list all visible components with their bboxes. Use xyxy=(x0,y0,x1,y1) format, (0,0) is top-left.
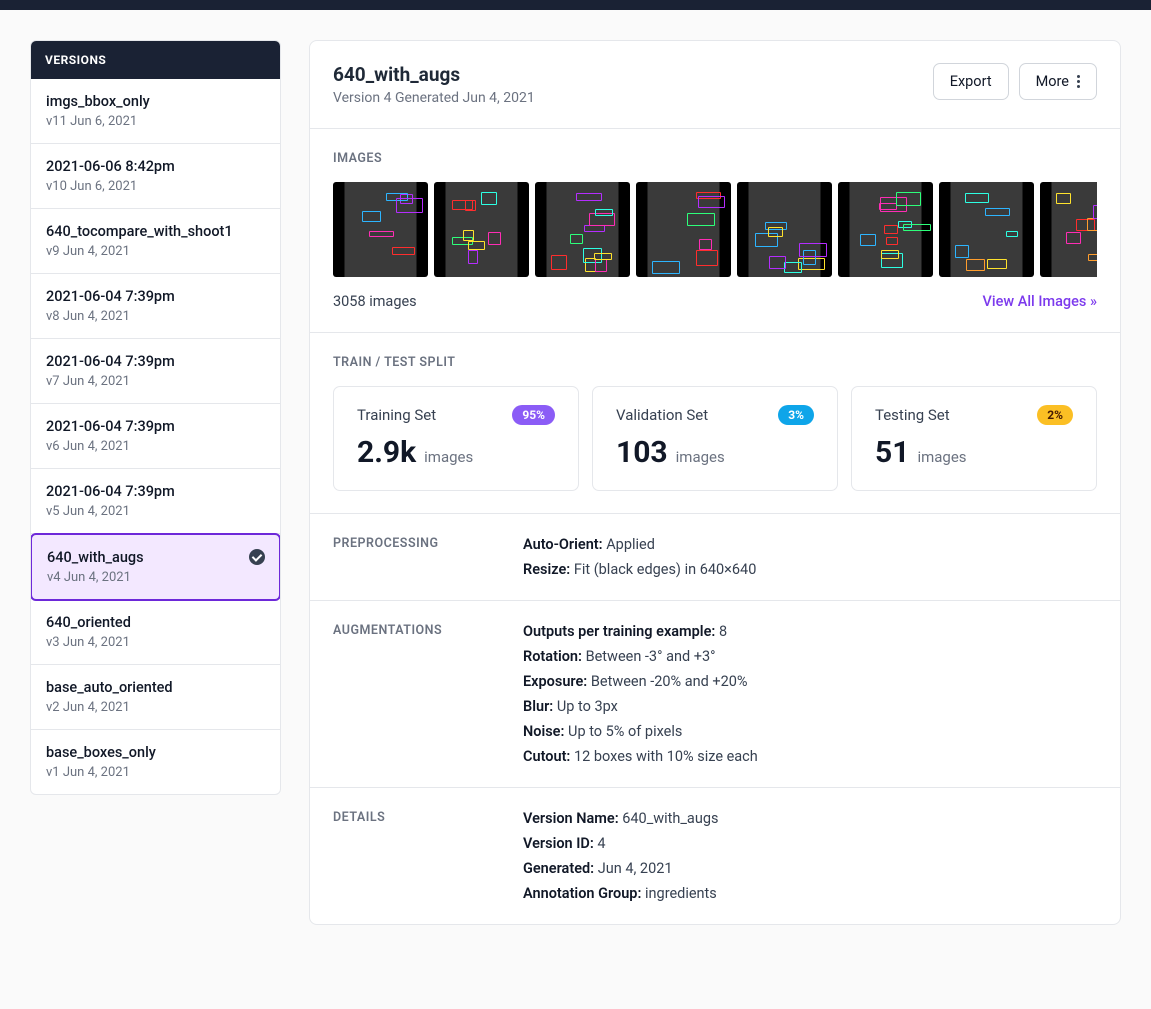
images-section: IMAGES 3058 images View All Images » xyxy=(310,129,1120,333)
version-item-title: 640_with_augs xyxy=(47,549,264,566)
image-thumbnail[interactable] xyxy=(838,182,933,277)
info-row: Rotation: Between -3° and +3° xyxy=(523,648,1097,665)
validation-value: 103 xyxy=(616,435,668,470)
version-item-title: 2021-06-04 7:39pm xyxy=(46,353,265,370)
training-card: Training Set 95% 2.9k images xyxy=(333,386,579,491)
preprocessing-section: PREPROCESSING Auto-Orient: Applied Resize… xyxy=(310,514,1120,601)
kebab-icon xyxy=(1077,75,1080,88)
augmentations-label: AUGMENTATIONS xyxy=(333,623,523,765)
version-item-title: 2021-06-04 7:39pm xyxy=(46,483,265,500)
version-item[interactable]: imgs_bbox_only v11 Jun 6, 2021 xyxy=(31,79,280,144)
version-item-meta: v2 Jun 4, 2021 xyxy=(46,700,265,715)
image-thumbnail[interactable] xyxy=(434,182,529,277)
version-item-title: base_auto_oriented xyxy=(46,679,265,696)
versions-sidebar: VERSIONS imgs_bbox_only v11 Jun 6, 2021 20… xyxy=(30,40,281,795)
info-row: Exposure: Between -20% and +20% xyxy=(523,673,1097,690)
testing-label: Testing Set xyxy=(875,406,950,424)
version-item-meta: v7 Jun 4, 2021 xyxy=(46,374,265,389)
version-item[interactable]: 2021-06-04 7:39pm v6 Jun 4, 2021 xyxy=(31,404,280,469)
info-row: Resize: Fit (black edges) in 640×640 xyxy=(523,561,1097,578)
info-row: Noise: Up to 5% of pixels xyxy=(523,723,1097,740)
testing-unit: images xyxy=(917,448,966,466)
info-row: Cutout: 12 boxes with 10% size each xyxy=(523,748,1097,765)
version-item-meta: v1 Jun 4, 2021 xyxy=(46,765,265,780)
more-button-label: More xyxy=(1036,73,1069,90)
version-item[interactable]: 640_with_augs v4 Jun 4, 2021 xyxy=(30,533,281,601)
version-title: 640_with_augs xyxy=(333,63,535,86)
export-button[interactable]: Export xyxy=(933,63,1009,100)
version-item[interactable]: 2021-06-04 7:39pm v5 Jun 4, 2021 xyxy=(31,469,280,534)
image-thumbnail[interactable] xyxy=(333,182,428,277)
training-value: 2.9k xyxy=(357,435,416,470)
version-header: 640_with_augs Version 4 Generated Jun 4,… xyxy=(310,41,1120,129)
version-subtitle: Version 4 Generated Jun 4, 2021 xyxy=(333,90,535,106)
image-thumbnail[interactable] xyxy=(636,182,731,277)
info-row: Auto-Orient: Applied xyxy=(523,536,1097,553)
split-section-title: TRAIN / TEST SPLIT xyxy=(333,355,1097,370)
image-thumbnail[interactable] xyxy=(939,182,1034,277)
version-item[interactable]: 2021-06-06 8:42pm v10 Jun 6, 2021 xyxy=(31,144,280,209)
validation-card: Validation Set 3% 103 images xyxy=(592,386,838,491)
main-panel: 640_with_augs Version 4 Generated Jun 4,… xyxy=(309,40,1121,925)
version-item-meta: v9 Jun 4, 2021 xyxy=(46,244,265,259)
version-item-meta: v10 Jun 6, 2021 xyxy=(46,179,265,194)
version-item-title: 2021-06-06 8:42pm xyxy=(46,158,265,175)
version-item[interactable]: base_auto_oriented v2 Jun 4, 2021 xyxy=(31,665,280,730)
info-row: Outputs per training example: 8 xyxy=(523,623,1097,640)
validation-pct-badge: 3% xyxy=(778,405,814,425)
image-thumbnail[interactable] xyxy=(1040,182,1097,277)
more-button[interactable]: More xyxy=(1019,63,1097,100)
version-item[interactable]: base_boxes_only v1 Jun 4, 2021 xyxy=(31,730,280,794)
image-thumbnail[interactable] xyxy=(737,182,832,277)
version-item-meta: v4 Jun 4, 2021 xyxy=(47,570,264,585)
images-section-title: IMAGES xyxy=(333,151,1097,166)
info-row: Blur: Up to 3px xyxy=(523,698,1097,715)
version-item-meta: v8 Jun 4, 2021 xyxy=(46,309,265,324)
view-all-images-link[interactable]: View All Images » xyxy=(983,293,1097,310)
testing-card: Testing Set 2% 51 images xyxy=(851,386,1097,491)
version-item[interactable]: 2021-06-04 7:39pm v8 Jun 4, 2021 xyxy=(31,274,280,339)
info-row: Annotation Group: ingredients xyxy=(523,885,1097,902)
preprocessing-label: PREPROCESSING xyxy=(333,536,523,578)
training-label: Training Set xyxy=(357,406,436,424)
training-unit: images xyxy=(424,448,473,466)
testing-value: 51 xyxy=(875,435,909,470)
validation-label: Validation Set xyxy=(616,406,708,424)
page-layout: VERSIONS imgs_bbox_only v11 Jun 6, 2021 20… xyxy=(0,10,1151,955)
version-item-title: 640_tocompare_with_shoot1 xyxy=(46,223,265,240)
info-row: Generated: Jun 4, 2021 xyxy=(523,860,1097,877)
info-row: Version ID: 4 xyxy=(523,835,1097,852)
top-bar xyxy=(0,0,1151,10)
details-label: DETAILS xyxy=(333,810,523,902)
version-item-title: 640_oriented xyxy=(46,614,265,631)
version-item-meta: v6 Jun 4, 2021 xyxy=(46,439,265,454)
header-actions: Export More xyxy=(933,63,1097,100)
images-count: 3058 images xyxy=(333,293,417,310)
images-footer: 3058 images View All Images » xyxy=(333,293,1097,310)
version-item-title: base_boxes_only xyxy=(46,744,265,761)
testing-pct-badge: 2% xyxy=(1037,405,1073,425)
version-item-meta: v5 Jun 4, 2021 xyxy=(46,504,265,519)
info-row: Version Name: 640_with_augs xyxy=(523,810,1097,827)
version-item[interactable]: 640_oriented v3 Jun 4, 2021 xyxy=(31,600,280,665)
details-section: DETAILS Version Name: 640_with_augs Versi… xyxy=(310,788,1120,924)
version-item[interactable]: 640_tocompare_with_shoot1 v9 Jun 4, 2021 xyxy=(31,209,280,274)
image-thumbnails xyxy=(333,182,1097,277)
validation-unit: images xyxy=(676,448,725,466)
version-item[interactable]: 2021-06-04 7:39pm v7 Jun 4, 2021 xyxy=(31,339,280,404)
version-item-meta: v11 Jun 6, 2021 xyxy=(46,114,265,129)
check-icon xyxy=(249,549,265,565)
version-item-title: 2021-06-04 7:39pm xyxy=(46,288,265,305)
sidebar-header: VERSIONS xyxy=(31,41,280,79)
image-thumbnail[interactable] xyxy=(535,182,630,277)
augmentations-section: AUGMENTATIONS Outputs per training examp… xyxy=(310,601,1120,788)
version-item-title: 2021-06-04 7:39pm xyxy=(46,418,265,435)
version-item-title: imgs_bbox_only xyxy=(46,93,265,110)
training-pct-badge: 95% xyxy=(512,405,555,425)
split-section: TRAIN / TEST SPLIT Training Set 95% 2.9k… xyxy=(310,333,1120,514)
version-item-meta: v3 Jun 4, 2021 xyxy=(46,635,265,650)
